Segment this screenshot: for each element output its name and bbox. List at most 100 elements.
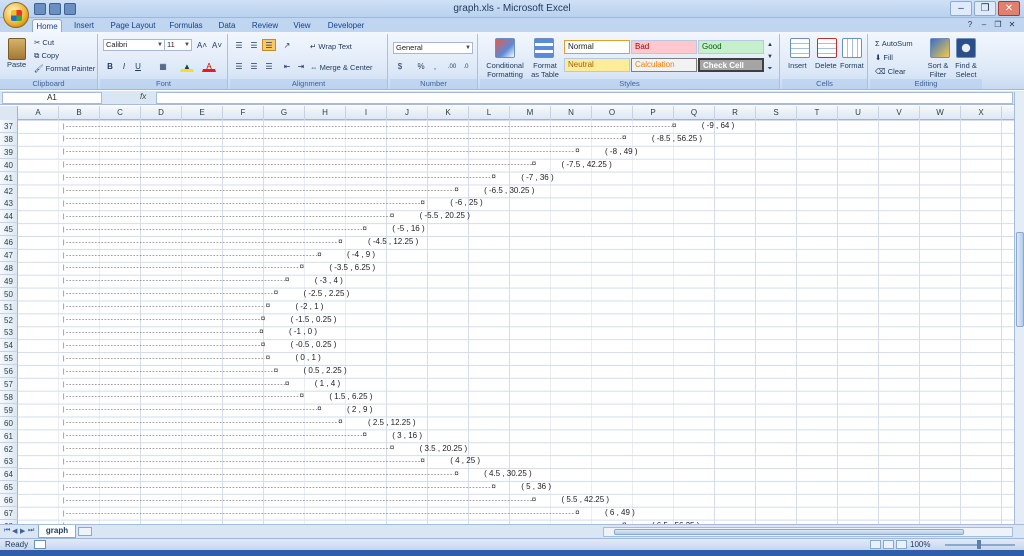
- paste-button[interactable]: Paste: [7, 60, 26, 69]
- underline-button[interactable]: U: [131, 60, 145, 72]
- tab-page-layout[interactable]: Page Layout: [108, 19, 158, 32]
- styles-scroll-up-icon[interactable]: ▲: [765, 38, 775, 50]
- row-header[interactable]: 67: [0, 507, 18, 520]
- help-icon[interactable]: ?: [964, 19, 976, 30]
- row-header[interactable]: 46: [0, 236, 18, 250]
- delete-cells-button[interactable]: Delete: [815, 61, 837, 70]
- tab-insert[interactable]: Insert: [68, 19, 100, 32]
- row-header[interactable]: 62: [0, 442, 18, 456]
- point-label[interactable]: ( 4.5 , 30.25 ): [484, 468, 532, 480]
- column-header-k[interactable]: K: [428, 106, 469, 120]
- fx-icon[interactable]: fx: [140, 92, 146, 101]
- point-label[interactable]: ( -1 , 0 ): [289, 326, 317, 338]
- row-header[interactable]: 37: [0, 120, 18, 133]
- italic-button[interactable]: I: [117, 60, 131, 72]
- sort-filter-button[interactable]: Sort & Filter: [925, 61, 951, 79]
- column-header-u[interactable]: U: [838, 106, 879, 120]
- cell-area[interactable]: |---------------------------------------…: [18, 120, 1014, 524]
- row-header[interactable]: 43: [0, 197, 18, 211]
- column-header-v[interactable]: V: [879, 106, 920, 120]
- row-header[interactable]: 63: [0, 455, 18, 469]
- conditional-formatting-button[interactable]: Conditional Formatting: [482, 61, 528, 79]
- column-header-e[interactable]: E: [182, 106, 223, 120]
- column-header-d[interactable]: D: [141, 106, 182, 120]
- grow-font-button[interactable]: A˄: [195, 39, 209, 51]
- fill-button[interactable]: ⬇ Fill: [875, 53, 893, 62]
- decrease-decimal-button[interactable]: .0: [459, 60, 473, 72]
- column-header-m[interactable]: M: [510, 106, 551, 120]
- horizontal-scrollbar[interactable]: [603, 527, 1013, 537]
- column-header-c[interactable]: C: [100, 106, 141, 120]
- point-label[interactable]: ( 1 , 4 ): [315, 378, 340, 390]
- ribbon-restore-icon[interactable]: ❐: [992, 19, 1004, 30]
- percent-button[interactable]: %: [414, 60, 428, 72]
- styles-scroll-down-icon[interactable]: ▼: [765, 50, 775, 62]
- point-label[interactable]: ( -8.5 , 56.25 ): [652, 133, 702, 145]
- style-good[interactable]: Good: [698, 40, 764, 54]
- select-all-corner[interactable]: [0, 106, 18, 120]
- zoom-slider-knob[interactable]: [977, 540, 981, 549]
- minimize-button[interactable]: –: [950, 1, 972, 16]
- align-top-button[interactable]: ☰: [232, 39, 246, 51]
- row-header[interactable]: 57: [0, 378, 18, 391]
- row-header[interactable]: 55: [0, 352, 18, 366]
- styles-more-icon[interactable]: ⏷: [765, 62, 775, 74]
- column-header-r[interactable]: R: [715, 106, 756, 120]
- format-painter-button[interactable]: 🖌 Format Painter: [34, 64, 95, 73]
- point-label[interactable]: ( 0.5 , 2.25 ): [304, 365, 347, 377]
- tab-developer[interactable]: Developer: [324, 19, 368, 32]
- name-box[interactable]: A1: [2, 92, 102, 104]
- point-label[interactable]: ( -0.5 , 0.25 ): [291, 339, 337, 351]
- column-header-g[interactable]: G: [264, 106, 305, 120]
- row-header[interactable]: 38: [0, 132, 18, 146]
- currency-button[interactable]: $: [393, 60, 407, 72]
- orientation-button[interactable]: ↗: [280, 39, 294, 51]
- horizontal-scroll-thumb[interactable]: [614, 529, 964, 535]
- align-left-button[interactable]: ☰: [232, 60, 246, 72]
- point-label[interactable]: ( 3 , 16 ): [392, 430, 422, 442]
- increase-indent-button[interactable]: ⇥: [294, 60, 308, 72]
- point-label[interactable]: ( 4 , 25 ): [450, 455, 480, 467]
- ribbon-close-icon[interactable]: ✕: [1006, 19, 1018, 30]
- point-label[interactable]: ( -3 , 4 ): [315, 275, 343, 287]
- macro-record-icon[interactable]: [34, 540, 46, 549]
- worksheet-grid[interactable]: ABCDEFGHIJKLMNOPQRSTUVWX 37 38 39 40 41 42 43 4…: [0, 106, 1014, 524]
- page-break-view-icon[interactable]: [896, 540, 907, 549]
- row-header[interactable]: 59: [0, 403, 18, 417]
- font-size-select[interactable]: 11 ▼: [164, 39, 192, 51]
- first-sheet-icon[interactable]: ⏮: [4, 527, 10, 535]
- row-header[interactable]: 52: [0, 313, 18, 327]
- format-cells-button[interactable]: Format: [840, 61, 864, 70]
- align-right-button[interactable]: ☰: [262, 60, 276, 72]
- insert-sheet-icon[interactable]: [78, 527, 92, 536]
- prev-sheet-icon[interactable]: ◀: [12, 527, 17, 535]
- tab-data[interactable]: Data: [214, 19, 240, 32]
- row-header[interactable]: 45: [0, 223, 18, 237]
- cut-button[interactable]: ✂ Cut: [34, 38, 54, 47]
- last-sheet-icon[interactable]: ⏭: [28, 527, 34, 535]
- office-button[interactable]: [3, 2, 29, 28]
- restore-button[interactable]: ❐: [974, 1, 996, 16]
- point-label[interactable]: ( -4.5 , 12.25 ): [368, 236, 418, 248]
- row-header[interactable]: 54: [0, 339, 18, 353]
- insert-cells-button[interactable]: Insert: [788, 61, 807, 70]
- align-center-button[interactable]: ☰: [247, 60, 261, 72]
- point-label[interactable]: ( 5 , 36 ): [521, 481, 551, 493]
- point-label[interactable]: ( -4 , 9 ): [347, 249, 375, 261]
- font-color-button[interactable]: A: [202, 60, 216, 72]
- copy-button[interactable]: ⧉ Copy: [34, 51, 59, 61]
- column-header-j[interactable]: J: [387, 106, 428, 120]
- row-header[interactable]: 51: [0, 300, 18, 314]
- point-label[interactable]: ( -8 , 49 ): [605, 146, 637, 158]
- row-header[interactable]: 39: [0, 145, 18, 159]
- row-header[interactable]: 60: [0, 416, 18, 430]
- row-header[interactable]: 48: [0, 261, 18, 275]
- point-label[interactable]: ( -9 , 64 ): [702, 120, 734, 132]
- column-header-i[interactable]: I: [346, 106, 387, 120]
- point-label[interactable]: ( -6 , 25 ): [450, 197, 482, 209]
- page-layout-view-icon[interactable]: [883, 540, 894, 549]
- point-label[interactable]: ( -1.5 , 0.25 ): [291, 314, 337, 326]
- point-label[interactable]: ( -3.5 , 6.25 ): [329, 262, 375, 274]
- row-header[interactable]: 53: [0, 326, 18, 340]
- row-header[interactable]: 47: [0, 249, 18, 262]
